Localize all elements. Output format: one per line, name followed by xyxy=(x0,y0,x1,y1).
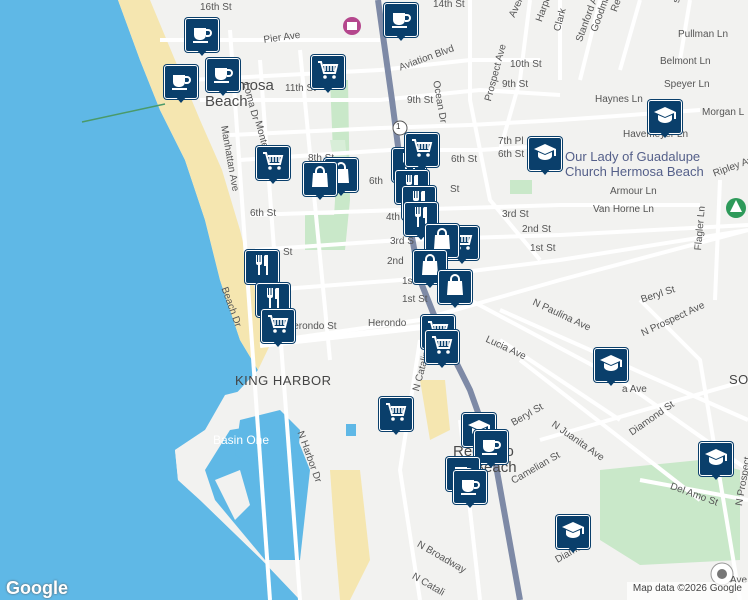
coffee-marker[interactable] xyxy=(206,58,240,98)
street-label: 1st St xyxy=(530,243,556,254)
street-label: 6th St xyxy=(498,149,525,160)
poi-church-line2[interactable]: Church Hermosa Beach xyxy=(565,165,704,178)
street-label: Van Horne Ln xyxy=(593,204,654,215)
street-label: Speyer Ln xyxy=(664,79,710,90)
street-label: Haynes Ln xyxy=(595,94,643,105)
school-marker[interactable] xyxy=(556,515,590,555)
cart-marker[interactable] xyxy=(261,309,295,349)
marker-pointer xyxy=(395,34,407,41)
school-marker[interactable] xyxy=(699,442,733,482)
bag-marker[interactable] xyxy=(303,162,337,202)
bag-icon xyxy=(308,165,332,194)
marker-pointer xyxy=(424,281,436,288)
marker-pointer xyxy=(464,501,476,508)
cart-icon xyxy=(261,149,285,178)
school-icon xyxy=(653,103,677,132)
street-label: Morgan L xyxy=(702,107,745,118)
cart-marker[interactable] xyxy=(311,55,345,95)
street-label: Belmont Ln xyxy=(660,56,711,67)
marker-pointer xyxy=(449,301,461,308)
street-label: 4th xyxy=(386,212,400,223)
google-logo: Google xyxy=(6,578,68,598)
street-label: 9th St xyxy=(502,79,529,90)
cart-marker[interactable] xyxy=(405,133,439,173)
marker-pointer xyxy=(567,546,579,553)
street-label: 7th Pl xyxy=(498,136,524,147)
restaurant-icon xyxy=(250,253,274,282)
marker-pointer xyxy=(390,428,402,435)
cart-icon xyxy=(430,333,454,362)
place-king-harbor: KING HARBOR xyxy=(235,373,332,388)
school-icon xyxy=(704,445,728,474)
street-label: 10th St xyxy=(510,59,542,70)
marker-pointer xyxy=(175,96,187,103)
school-icon xyxy=(561,518,585,547)
marker-pointer xyxy=(322,86,334,93)
place-basin-one: Basin One xyxy=(213,433,270,447)
marker-pointer xyxy=(314,193,326,200)
coffee-marker[interactable] xyxy=(384,3,418,43)
marker-pointer xyxy=(605,379,617,386)
coffee-icon xyxy=(389,6,413,35)
school-marker[interactable] xyxy=(648,100,682,140)
coffee-icon xyxy=(211,61,235,90)
street-label: 1st St xyxy=(402,294,428,305)
coffee-icon xyxy=(190,21,214,50)
marker-pointer xyxy=(196,49,208,56)
marker-pointer xyxy=(710,473,722,480)
map-attribution[interactable]: Map data ©2026 Google xyxy=(626,582,748,600)
bag-icon xyxy=(443,273,467,302)
coffee-marker[interactable] xyxy=(185,18,219,58)
marker-pointer xyxy=(217,89,229,96)
cart-marker[interactable] xyxy=(379,397,413,437)
street-label: 14th St xyxy=(433,0,465,10)
school-icon xyxy=(533,140,557,169)
route-shield-label: 1 xyxy=(396,122,401,131)
cart-marker[interactable] xyxy=(256,146,290,186)
marker-pointer xyxy=(267,177,279,184)
street-label: 6th xyxy=(369,176,383,187)
street-label: Pullman Ln xyxy=(678,29,729,40)
bag-marker[interactable] xyxy=(438,270,472,310)
marker-pointer xyxy=(272,340,284,347)
map-base-layer xyxy=(0,0,748,600)
street-label: Armour Ln xyxy=(610,186,657,197)
coffee-icon xyxy=(458,473,482,502)
street-label: 9th St xyxy=(407,95,434,106)
cart-icon xyxy=(410,136,434,165)
street-label: 6th St xyxy=(250,208,277,219)
marker-pointer xyxy=(485,461,497,468)
place-partial-label: SO xyxy=(729,372,748,387)
coffee-icon xyxy=(169,68,193,97)
coffee-marker[interactable] xyxy=(453,470,487,510)
cart-icon xyxy=(316,58,340,87)
cart-icon xyxy=(266,312,290,341)
map-canvas[interactable]: 1 Hermosa Beach Redondo Beach KING HARBO… xyxy=(0,0,748,600)
cart-icon xyxy=(384,400,408,429)
school-icon xyxy=(599,351,623,380)
poi-church-line1[interactable]: Our Lady of Guadalupe xyxy=(565,150,700,163)
coffee-marker[interactable] xyxy=(164,65,198,105)
street-label: 3rd St xyxy=(502,209,529,220)
school-marker[interactable] xyxy=(528,137,562,177)
school-marker[interactable] xyxy=(594,348,628,388)
cart-marker[interactable] xyxy=(425,330,459,370)
marker-pointer xyxy=(539,168,551,175)
marker-pointer xyxy=(659,131,671,138)
street-label: St xyxy=(283,247,293,258)
street-label: 2nd xyxy=(387,256,404,267)
street-label: 6th St xyxy=(451,154,478,165)
coffee-icon xyxy=(479,433,503,462)
street-label: Herondo xyxy=(368,318,407,329)
street-label: 16th St xyxy=(200,2,232,13)
street-label: 2nd St xyxy=(522,224,551,235)
street-label: St xyxy=(450,184,460,195)
marker-pointer xyxy=(436,361,448,368)
